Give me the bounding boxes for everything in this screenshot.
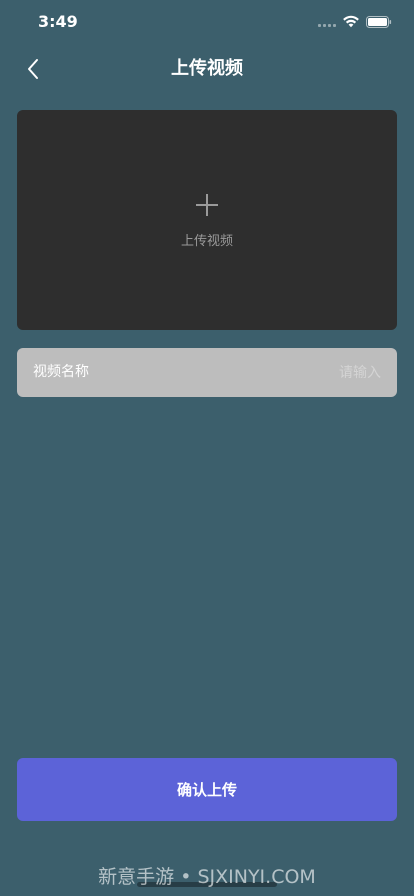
status-time: 3:49	[38, 12, 78, 31]
upload-video-area[interactable]: 上传视频	[17, 110, 397, 330]
video-name-field: 视频名称	[17, 348, 397, 397]
status-bar: 3:49	[0, 0, 414, 44]
page-title: 上传视频	[171, 58, 243, 79]
nav-bar: 上传视频	[0, 44, 414, 94]
chevron-left-icon	[28, 59, 38, 79]
watermark-text: 新意手游 • SJXINYI.COM	[98, 866, 316, 888]
video-name-input[interactable]	[181, 360, 381, 385]
upload-label: 上传视频	[180, 234, 233, 249]
plus-icon	[196, 194, 218, 216]
battery-icon	[366, 16, 392, 28]
wifi-icon	[343, 15, 359, 28]
confirm-upload-button[interactable]: 确认上传	[17, 758, 397, 821]
cellular-signal-icon	[318, 24, 338, 28]
back-button[interactable]	[18, 54, 48, 84]
video-name-label: 视频名称	[33, 364, 89, 380]
